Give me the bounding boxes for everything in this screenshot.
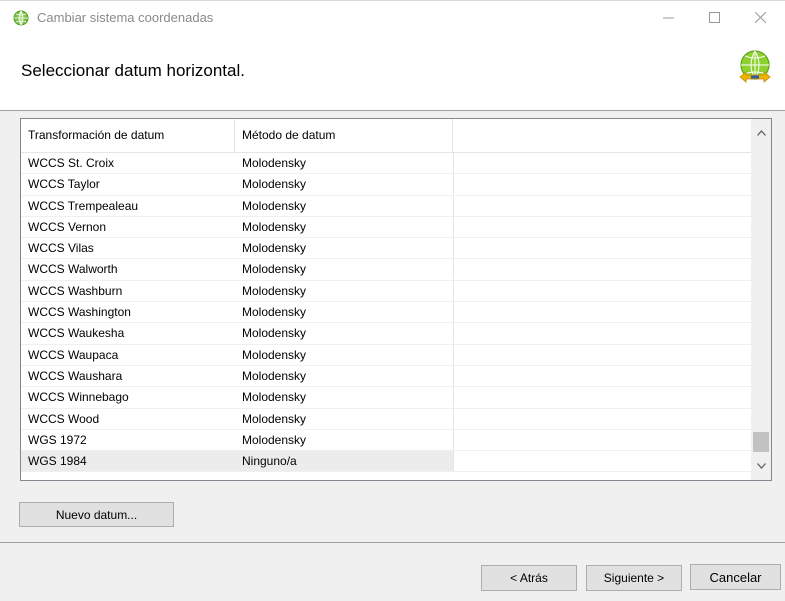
- cell-empty: [453, 259, 751, 280]
- cell-empty: [453, 216, 751, 237]
- cell-transform: WCCS Washington: [28, 305, 131, 320]
- table-row[interactable]: WCCS Vilas Molodensky: [21, 238, 751, 260]
- cell-method: Molodensky: [242, 347, 307, 362]
- cell-transform: WGS 1984: [21, 451, 235, 472]
- wizard-header: Seleccionar datum horizontal.: [0, 32, 785, 110]
- cell-empty: [453, 153, 751, 173]
- cell-method: Molodensky: [242, 219, 307, 234]
- table-row[interactable]: WGS 1972 Molodensky: [21, 429, 751, 452]
- globe-arrows-icon: [739, 50, 771, 83]
- table-row[interactable]: WCCS Trempealeau Molodensky: [21, 195, 751, 217]
- cell-empty: [453, 174, 751, 195]
- table-row[interactable]: WCCS Taylor Molodensky: [21, 174, 751, 196]
- dialog-window: Cambiar sistema coordenadas Seleccionar …: [0, 0, 785, 601]
- close-icon: [754, 11, 766, 23]
- cell-transform: WGS 1972: [28, 432, 87, 447]
- table-row[interactable]: WCCS Wood Molodensky: [21, 408, 751, 430]
- table-row[interactable]: WCCS Waupaca Molodensky: [21, 344, 751, 366]
- cell-method: Ninguno/a: [235, 451, 453, 472]
- cell-empty: [453, 302, 751, 323]
- footer-separator: [0, 542, 785, 543]
- table-row[interactable]: WCCS Waushara Molodensky: [21, 365, 751, 388]
- cell-method: Molodensky: [242, 177, 307, 192]
- table-row[interactable]: WCCS Washington Molodensky: [21, 302, 751, 324]
- vertical-scrollbar[interactable]: [751, 119, 771, 480]
- chevron-up-icon: [756, 130, 766, 136]
- cell-empty: [453, 238, 751, 259]
- close-button[interactable]: [737, 1, 783, 33]
- cell-empty: [453, 429, 751, 450]
- cell-method: Molodensky: [242, 411, 307, 426]
- chevron-down-icon: [756, 463, 766, 469]
- table-row-selected[interactable]: WGS 1984 Ninguno/a: [21, 451, 751, 473]
- cell-empty: [453, 387, 751, 408]
- cell-empty: [453, 365, 751, 386]
- column-header-empty: [453, 119, 751, 152]
- cell-method: Molodensky: [242, 241, 307, 256]
- cell-transform: WCCS Taylor: [28, 177, 100, 192]
- cell-transform: WCCS St. Croix: [28, 156, 115, 170]
- table-row[interactable]: WCCS Waukesha Molodensky: [21, 323, 751, 345]
- back-button[interactable]: < Atrás: [481, 565, 577, 591]
- cell-transform: WCCS Wood: [28, 411, 100, 426]
- cell-method: Molodensky: [242, 432, 307, 447]
- table-row[interactable]: WCCS St. Croix Molodensky: [21, 153, 751, 175]
- maximize-icon: [708, 11, 720, 23]
- globe-icon: [13, 10, 29, 26]
- scroll-down-button[interactable]: [751, 452, 771, 480]
- cell-empty: [453, 451, 751, 472]
- cell-transform: WCCS Waushara: [28, 368, 123, 383]
- cell-method: Molodensky: [242, 368, 307, 383]
- maximize-button[interactable]: [691, 1, 737, 33]
- cell-empty: [453, 280, 751, 301]
- cell-transform: WCCS Vernon: [28, 219, 107, 234]
- cell-transform: WCCS Waupaca: [28, 347, 119, 362]
- cell-method: Molodensky: [242, 156, 307, 170]
- table-row[interactable]: WCCS Washburn Molodensky: [21, 280, 751, 303]
- datum-grid[interactable]: Transformación de datum Método de datum …: [20, 118, 772, 481]
- minimize-button[interactable]: [645, 1, 691, 33]
- cell-empty: [453, 323, 751, 344]
- cell-empty: [453, 344, 751, 365]
- cell-method: Molodensky: [242, 390, 307, 405]
- cell-method: Molodensky: [242, 262, 307, 277]
- scroll-up-button[interactable]: [751, 119, 771, 147]
- window-title: Cambiar sistema coordenadas: [37, 10, 214, 25]
- cell-transform: WCCS Trempealeau: [28, 198, 139, 213]
- column-header-transform[interactable]: Transformación de datum: [21, 119, 235, 152]
- cancel-button[interactable]: Cancelar: [690, 564, 781, 590]
- table-row[interactable]: WCCS Walworth Molodensky: [21, 259, 751, 281]
- header-separator: [0, 110, 785, 111]
- cell-method: Molodensky: [242, 326, 307, 341]
- next-button[interactable]: Siguiente >: [586, 565, 682, 591]
- grid-header: Transformación de datum Método de datum: [21, 119, 751, 153]
- table-row[interactable]: WCCS Vernon Molodensky: [21, 216, 751, 239]
- table-row[interactable]: WCCS Winnebago Molodensky: [21, 387, 751, 409]
- cell-transform: WCCS Washburn: [28, 283, 123, 298]
- scroll-thumb[interactable]: [753, 432, 769, 452]
- new-datum-button[interactable]: Nuevo datum...: [19, 502, 174, 527]
- minimize-icon: [662, 17, 674, 18]
- cell-method: Molodensky: [242, 305, 307, 320]
- cell-method: Molodensky: [242, 283, 307, 298]
- cell-transform: WCCS Waukesha: [28, 326, 125, 341]
- cell-transform: WCCS Winnebago: [28, 390, 129, 405]
- cell-transform: WCCS Walworth: [28, 262, 118, 277]
- grid-rows: WCCS St. Croix Molodensky WCCS Taylor Mo…: [21, 153, 751, 473]
- title-bar[interactable]: Cambiar sistema coordenadas: [0, 0, 785, 32]
- page-title: Seleccionar datum horizontal.: [21, 61, 245, 80]
- cell-empty: [453, 408, 751, 429]
- column-header-method[interactable]: Método de datum: [235, 119, 453, 152]
- cell-method: Molodensky: [242, 198, 307, 213]
- cell-empty: [453, 195, 751, 216]
- cell-transform: WCCS Vilas: [28, 241, 94, 256]
